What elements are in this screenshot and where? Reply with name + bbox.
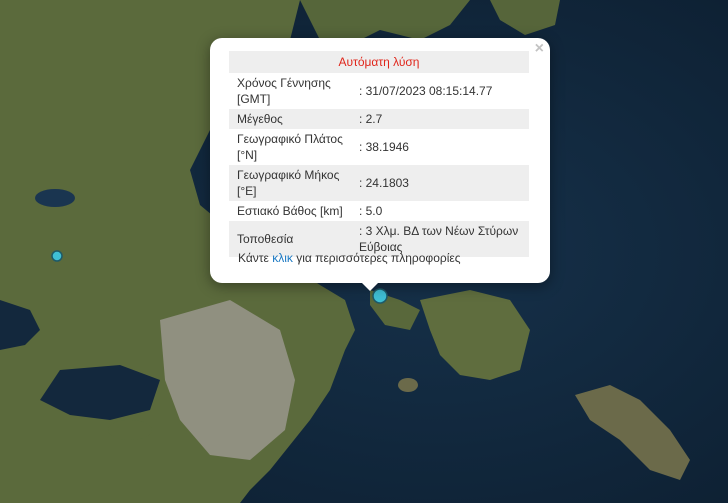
earthquake-marker-west[interactable]	[51, 250, 63, 262]
small-island	[398, 378, 418, 392]
footer-suffix: για περισσότερες πληροφορίες	[292, 251, 461, 265]
close-icon[interactable]: ×	[535, 40, 544, 58]
row-value: : 24.1803	[354, 165, 529, 201]
popup-footer: Κάντε κλικ για περισσότερες πληροφορίες	[238, 251, 461, 265]
row-value: : 38.1946	[358, 140, 409, 154]
small-island-2	[108, 420, 152, 440]
row-label: Εστιακό Βάθος [km]	[237, 204, 343, 218]
row-value: : 2.7	[354, 109, 529, 129]
lake	[35, 189, 75, 207]
row-label: Μέγεθος	[229, 109, 355, 129]
earthquake-popup: × Αυτόματη λύση Χρόνος Γέννησης [GMT] : …	[210, 38, 550, 283]
row-label: Γεωγραφικό Πλάτος [°N]	[237, 132, 343, 162]
footer-prefix: Κάντε	[238, 251, 273, 265]
more-info-link[interactable]: κλικ	[272, 251, 293, 265]
earthquake-info-table: Αυτόματη λύση Χρόνος Γέννησης [GMT] : 31…	[229, 51, 529, 257]
row-value: : 31/07/2023 08:15:14.77	[358, 84, 493, 98]
row-label: Χρόνος Γέννησης [GMT]	[237, 76, 331, 106]
row-label: Γεωγραφικό Μήκος [°E]	[229, 165, 355, 201]
row-value: : 5.0	[358, 204, 383, 218]
popup-tip	[360, 281, 380, 291]
popup-title: Αυτόματη λύση	[229, 51, 529, 73]
earthquake-marker-selected[interactable]	[372, 288, 388, 304]
